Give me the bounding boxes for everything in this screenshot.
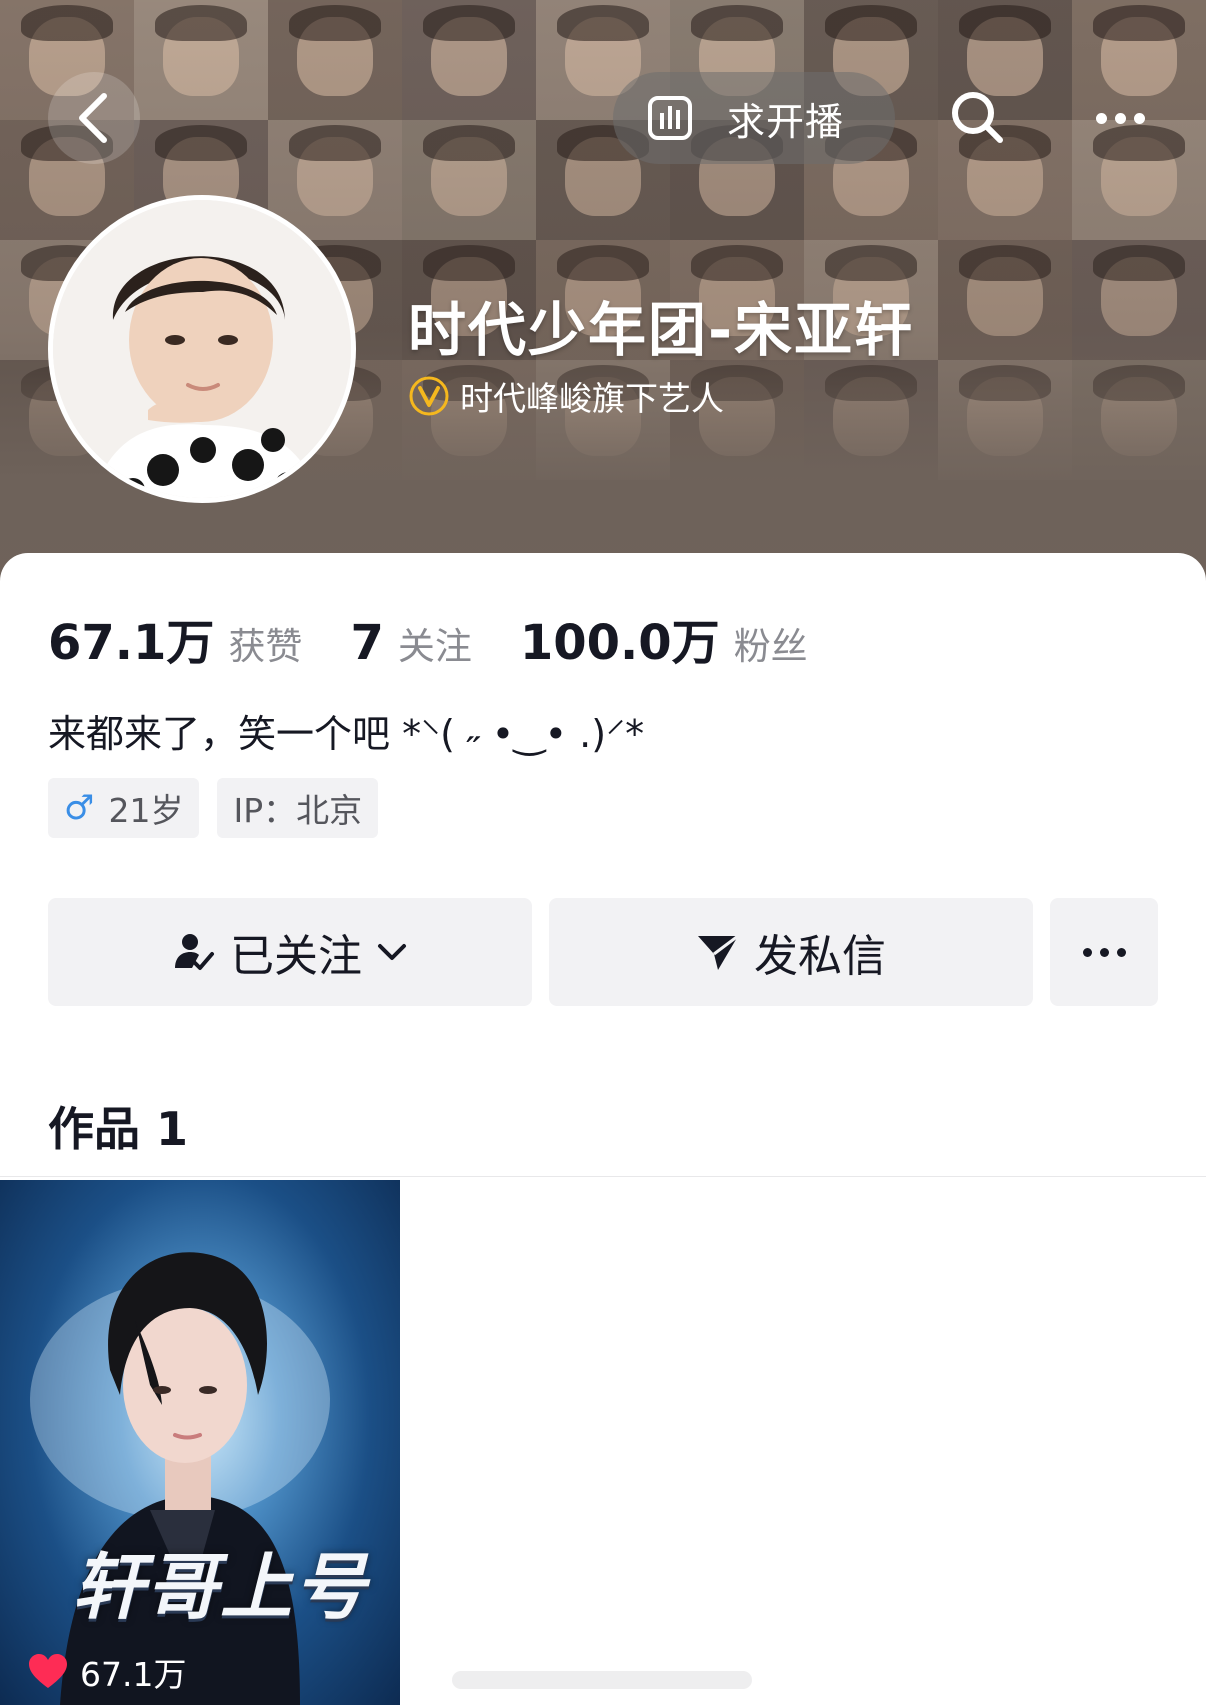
stat-likes[interactable]: 67.1万 获赞 <box>48 603 302 673</box>
ellipsis-icon <box>1095 112 1145 124</box>
stat-likes-value: 67.1万 <box>48 615 215 671</box>
profile-bio: 来都来了，笑一个吧 *⸌( ˶ •‿• .)⸍* <box>48 712 645 756</box>
user-check-icon <box>172 930 216 974</box>
male-icon: ♂ <box>64 788 95 828</box>
action-buttons: 已关注 发私信 <box>48 898 1158 1006</box>
search-button[interactable] <box>944 84 1012 152</box>
video-thumbnail[interactable]: 轩哥上号 67.1万 <box>0 1180 400 1705</box>
ip-location-tag: IP：北京 <box>217 778 379 838</box>
ellipsis-icon <box>1082 947 1126 957</box>
send-message-label: 发私信 <box>754 931 886 982</box>
works-tab-title[interactable]: 作品 1 <box>48 1093 188 1159</box>
followed-label: 已关注 <box>230 931 362 982</box>
avatar[interactable] <box>48 195 356 503</box>
top-bar: 求开播 <box>0 72 1206 172</box>
chevron-down-icon <box>376 942 408 962</box>
avatar-portrait <box>53 200 351 498</box>
age-label: 21岁 <box>108 791 184 830</box>
video-like-count: 67.1万 <box>28 1648 186 1696</box>
more-actions-button[interactable] <box>1050 898 1158 1006</box>
profile-tags: ♂ 21岁 IP：北京 <box>48 778 379 838</box>
ip-label: IP：北京 <box>233 791 363 830</box>
verification-label: 时代峰峻旗下艺人 <box>460 379 724 418</box>
chevron-left-icon <box>79 93 107 143</box>
scroll-indicator <box>452 1671 752 1689</box>
paper-plane-icon <box>696 932 740 972</box>
request-live-label: 求开播 <box>727 99 845 144</box>
more-options-button[interactable] <box>1080 84 1160 152</box>
video-overlay-title: 轩哥上号 <box>72 1545 369 1629</box>
stat-following-value: 7 <box>350 615 384 671</box>
bar-chart-icon <box>648 96 692 140</box>
stat-followers-value: 100.0万 <box>519 615 720 671</box>
back-button[interactable] <box>48 72 140 164</box>
search-icon <box>952 92 1003 143</box>
verified-v-icon <box>409 376 449 416</box>
stat-likes-label: 获赞 <box>228 625 303 668</box>
stat-followers[interactable]: 100.0万 粉丝 <box>520 603 808 673</box>
profile-card: 67.1万 获赞 7 关注 100.0万 粉丝 来都来了，笑一个吧 *⸌( ˶ … <box>0 553 1206 1705</box>
send-message-button[interactable]: 发私信 <box>549 898 1033 1006</box>
video-likes-label: 67.1万 <box>80 1655 187 1694</box>
stat-followers-label: 粉丝 <box>733 625 808 668</box>
stat-following[interactable]: 7 关注 <box>350 615 471 671</box>
gender-age-tag: ♂ 21岁 <box>48 778 200 838</box>
profile-name: 时代少年团-宋亚轩 <box>408 296 915 364</box>
stat-following-label: 关注 <box>397 625 472 668</box>
verification-badge: 时代峰峻旗下艺人 <box>408 372 724 420</box>
followed-button[interactable]: 已关注 <box>48 898 532 1006</box>
divider <box>0 1176 1206 1177</box>
heart-icon <box>29 1654 67 1688</box>
profile-stats: 67.1万 获赞 7 关注 100.0万 粉丝 <box>48 603 856 673</box>
request-live-button[interactable]: 求开播 <box>613 72 895 164</box>
